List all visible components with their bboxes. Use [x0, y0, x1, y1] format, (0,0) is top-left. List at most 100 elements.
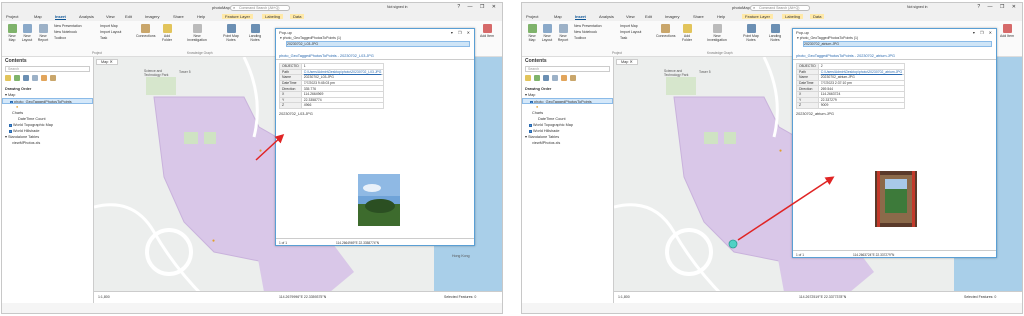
tab-data[interactable]: Data: [290, 14, 305, 19]
tab-view[interactable]: View: [106, 14, 115, 19]
tab-edit[interactable]: Edit: [645, 14, 652, 19]
scale-dropdown[interactable]: 1:1,800: [98, 295, 110, 299]
photo-thumbnail[interactable]: [875, 171, 917, 227]
group-label-knowledge: Knowledge Graph: [187, 51, 213, 55]
landing-notes-button[interactable]: Landing Notes: [246, 24, 264, 42]
layout-icon: [22, 24, 32, 33]
new-investigation-button[interactable]: New Investigation: [184, 24, 210, 42]
list-by-labeling-icon[interactable]: [570, 75, 576, 81]
toolbox-button[interactable]: Toolbox: [54, 36, 66, 40]
list-by-source-icon[interactable]: [534, 75, 540, 81]
popup-page-indicator[interactable]: 1 of 1: [279, 241, 287, 245]
checkbox[interactable]: [9, 123, 12, 127]
import-map-button[interactable]: Import Map: [100, 24, 118, 28]
checkbox[interactable]: [529, 129, 532, 133]
connections-button[interactable]: Connections: [656, 24, 675, 38]
new-presentation-button[interactable]: New Presentation: [574, 24, 602, 28]
popup-tree-item[interactable]: 20230702_atrium.JPG: [803, 40, 992, 47]
task-button[interactable]: Task: [620, 36, 627, 40]
tab-edit[interactable]: Edit: [125, 14, 132, 19]
new-report-button[interactable]: New Report: [556, 24, 570, 42]
list-by-snapping-icon[interactable]: [561, 75, 567, 81]
user-status[interactable]: Not signed in: [387, 5, 407, 9]
tab-feature-layer[interactable]: Feature Layer: [222, 14, 253, 19]
tab-imagery[interactable]: Imagery: [145, 14, 159, 19]
new-notebook-button[interactable]: New Notebook: [574, 30, 597, 34]
map-tab[interactable]: Map ✕: [616, 59, 638, 65]
popup-window-controls[interactable]: ▾ ❐ ✕: [973, 30, 994, 35]
new-presentation-button[interactable]: New Presentation: [54, 24, 82, 28]
tab-feature-layer[interactable]: Feature Layer: [742, 14, 773, 19]
add-folder-button[interactable]: Add Folder: [680, 24, 694, 42]
import-map-button[interactable]: Import Map: [620, 24, 638, 28]
task-button[interactable]: Task: [100, 36, 107, 40]
photo-thumbnail[interactable]: [358, 174, 400, 226]
field-value: 4966: [300, 102, 385, 109]
contents-search[interactable]: Search: [525, 66, 610, 72]
popup-window-controls[interactable]: ▾ ❐ ✕: [451, 30, 472, 35]
point-map-notes-button[interactable]: Point Map Notes: [742, 24, 760, 42]
tab-view[interactable]: View: [626, 14, 635, 19]
new-investigation-button[interactable]: New Investigation: [704, 24, 730, 42]
window-controls[interactable]: ? — ❐ ✕: [457, 4, 499, 10]
tab-data[interactable]: Data: [810, 14, 825, 19]
tree-item-table[interactable]: viewMPhotos.xls: [2, 140, 93, 146]
tab-analysis[interactable]: Analysis: [79, 14, 94, 19]
scale-dropdown[interactable]: 1:1,800: [618, 295, 630, 299]
tab-help[interactable]: Help: [197, 14, 205, 19]
user-status[interactable]: Not signed in: [907, 5, 927, 9]
tab-help[interactable]: Help: [717, 14, 725, 19]
list-by-source-icon[interactable]: [14, 75, 20, 81]
tab-insert[interactable]: Insert: [575, 14, 586, 20]
list-by-drawing-order-icon[interactable]: [525, 75, 531, 81]
tree-item-table[interactable]: viewMPhotos.xls: [522, 140, 613, 146]
path-link[interactable]: C:\Users\Admin\Desktop\photo\20230702_L0…: [300, 68, 385, 76]
popup-page-indicator[interactable]: 1 of 1: [796, 253, 804, 257]
contents-search[interactable]: Search: [5, 66, 90, 72]
new-notebook-button[interactable]: New Notebook: [54, 30, 77, 34]
list-by-labeling-icon[interactable]: [50, 75, 56, 81]
path-link[interactable]: C:\Users\Admin\Desktop\photo\20230702_at…: [817, 68, 906, 76]
checkbox[interactable]: [9, 129, 12, 133]
list-by-drawing-order-icon[interactable]: [5, 75, 11, 81]
tab-project[interactable]: Project: [6, 14, 18, 19]
popup-tree-item[interactable]: 20230702_L03.JPG: [286, 40, 470, 47]
map-tab[interactable]: Map ✕: [96, 59, 118, 65]
add-item-button[interactable]: Add Item: [480, 24, 494, 38]
import-layout-button[interactable]: Import Layout: [620, 30, 641, 34]
search-placeholder: Command Search (Alt+Q): [759, 6, 800, 10]
list-by-snapping-icon[interactable]: [41, 75, 47, 81]
tab-share[interactable]: Share: [693, 14, 704, 19]
landing-notes-button[interactable]: Landing Notes: [766, 24, 784, 42]
new-map-button[interactable]: New Map: [526, 24, 538, 42]
tab-map[interactable]: Map: [34, 14, 42, 19]
toolbox-button[interactable]: Toolbox: [574, 36, 586, 40]
checkbox[interactable]: [529, 123, 532, 127]
tab-share[interactable]: Share: [173, 14, 184, 19]
list-by-editing-icon[interactable]: [32, 75, 38, 81]
command-search[interactable]: ⌕ Command Search (Alt+Q): [750, 5, 810, 11]
tab-analysis[interactable]: Analysis: [599, 14, 614, 19]
tab-map[interactable]: Map: [554, 14, 562, 19]
tab-insert[interactable]: Insert: [55, 14, 66, 20]
import-layout-button[interactable]: Import Layout: [100, 30, 121, 34]
connections-button[interactable]: Connections: [136, 24, 155, 38]
tab-project[interactable]: Project: [526, 14, 538, 19]
tab-labeling[interactable]: Labeling: [262, 14, 284, 19]
new-report-button[interactable]: New Report: [36, 24, 50, 42]
tab-labeling[interactable]: Labeling: [782, 14, 804, 19]
list-by-editing-icon[interactable]: [552, 75, 558, 81]
new-layout-button[interactable]: New Layout: [541, 24, 553, 42]
window-controls[interactable]: ? — ❐ ✕: [977, 4, 1019, 10]
add-folder-button[interactable]: Add Folder: [160, 24, 174, 42]
new-map-button[interactable]: New Map: [6, 24, 18, 42]
command-search[interactable]: ⌕ Command Search (Alt+Q): [230, 5, 290, 11]
list-by-selection-icon[interactable]: [23, 75, 29, 81]
tab-imagery[interactable]: Imagery: [665, 14, 679, 19]
add-item-button[interactable]: Add Item: [1000, 24, 1014, 38]
selected-features: Selected Features: 0: [444, 295, 477, 299]
connections-icon: [140, 24, 150, 33]
list-by-selection-icon[interactable]: [543, 75, 549, 81]
point-map-notes-button[interactable]: Point Map Notes: [222, 24, 240, 42]
new-layout-button[interactable]: New Layout: [21, 24, 33, 42]
